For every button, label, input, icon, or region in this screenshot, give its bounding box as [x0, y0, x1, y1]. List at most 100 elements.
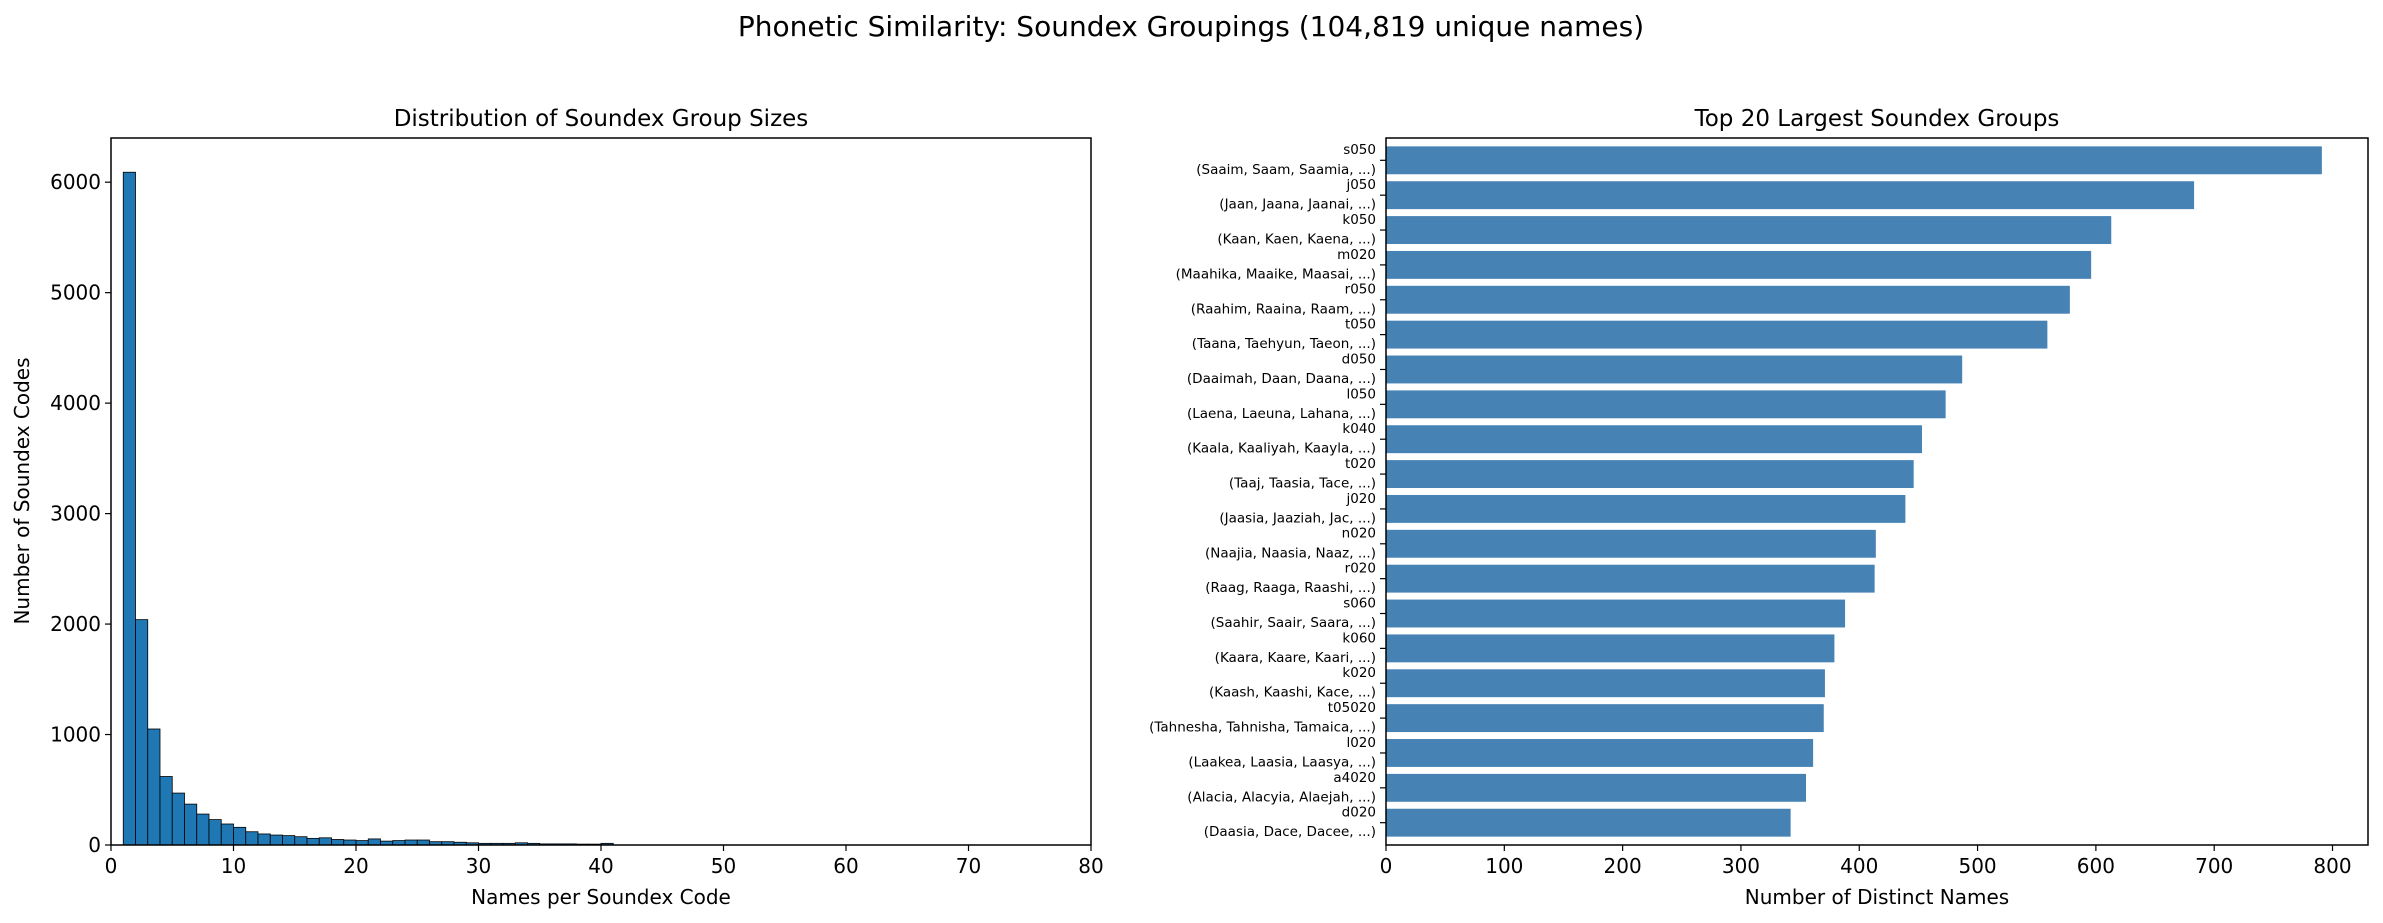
figure-suptitle: Phonetic Similarity: Soundex Groupings (… — [738, 10, 1644, 43]
top-group-code: a4020 — [1333, 770, 1376, 786]
top-group-examples: (Alacia, Alacyia, Alaejah, ...) — [1187, 789, 1376, 805]
top-group-examples: (Raahim, Raaina, Raam, ...) — [1191, 301, 1376, 317]
histogram-bar — [196, 813, 210, 846]
top-group-bar — [1386, 390, 1946, 419]
top-group-code: l020 — [1346, 735, 1376, 751]
top-group-code: k060 — [1342, 630, 1376, 646]
top-group-bar — [1386, 320, 2048, 349]
top-group-code: m020 — [1337, 247, 1376, 263]
top-group-examples: (Kaash, Kaashi, Kace, ...) — [1209, 685, 1376, 701]
top-group-examples: (Taaj, Taasia, Tace, ...) — [1229, 476, 1376, 492]
histogram-bar — [331, 839, 345, 846]
histogram-bar — [306, 837, 320, 846]
top-group-code: k020 — [1342, 665, 1376, 681]
top-group-examples: (Daasia, Dace, Dacee, ...) — [1204, 824, 1376, 840]
top-group-bar — [1386, 425, 1922, 454]
top-group-bar — [1386, 669, 1825, 698]
histogram-y-tick-label: 2000 — [50, 612, 101, 636]
top-group-bar — [1386, 564, 1875, 593]
histogram-y-tick-label: 5000 — [50, 281, 101, 305]
histogram-bar — [245, 831, 259, 846]
top-group-bar — [1386, 529, 1876, 558]
histogram-bar — [257, 833, 271, 846]
top-group-examples: (Naajia, Naasia, Naaz, ...) — [1205, 545, 1376, 561]
top-group-code: t05020 — [1328, 700, 1376, 716]
top-group-examples: (Jaasia, Jaaziah, Jac, ...) — [1219, 510, 1376, 526]
histogram-x-tick-label: 0 — [105, 854, 118, 878]
top-group-examples: (Tahnesha, Tahnisha, Tamaica, ...) — [1149, 720, 1376, 736]
top-group-code: r020 — [1345, 561, 1376, 577]
top-group-examples: (Kaara, Kaare, Kaari, ...) — [1215, 650, 1376, 666]
histogram-bar — [233, 826, 247, 846]
histogram-x-tick-label: 30 — [466, 854, 491, 878]
top-group-examples: (Jaan, Jaana, Jaanai, ...) — [1219, 197, 1376, 213]
top-group-code: k040 — [1342, 421, 1376, 437]
histogram-x-tick-label: 50 — [711, 854, 736, 878]
histogram-y-label: Number of Soundex Codes — [10, 357, 34, 624]
top-group-bar — [1386, 634, 1835, 663]
histogram-x-tick-label: 10 — [221, 854, 246, 878]
histogram-y-tick-label: 6000 — [50, 170, 101, 194]
top-group-examples: (Laakea, Laasia, Laasya, ...) — [1188, 754, 1376, 770]
top-group-examples: (Kaan, Kaen, Kaena, ...) — [1217, 232, 1376, 248]
top-group-code: d020 — [1342, 805, 1376, 821]
top-group-code: n020 — [1342, 526, 1376, 542]
histogram-bar — [367, 838, 381, 846]
top-group-bar — [1386, 773, 1807, 802]
histogram-bar — [269, 834, 283, 846]
top-groups-x-tick-label: 100 — [1485, 854, 1523, 878]
top-groups-x-tick-label: 400 — [1840, 854, 1878, 878]
top-group-code: r050 — [1345, 282, 1376, 298]
histogram-x-tick-label: 60 — [833, 854, 858, 878]
histogram-x-tick-label: 20 — [343, 854, 368, 878]
top-group-bar — [1386, 181, 2195, 210]
top-group-code: j050 — [1345, 177, 1376, 193]
top-groups-x-tick-label: 200 — [1604, 854, 1642, 878]
histogram-y-tick-label: 0 — [88, 833, 101, 857]
top-groups-x-tick-label: 0 — [1380, 854, 1393, 878]
histogram-bar — [220, 823, 234, 846]
top-group-code: d050 — [1342, 351, 1376, 367]
histogram-y-tick-label: 3000 — [50, 502, 101, 526]
histogram-x-tick-label: 40 — [588, 854, 613, 878]
top-groups-x-tick-label: 500 — [1958, 854, 1996, 878]
top-group-bar — [1386, 494, 1906, 523]
top-group-bar — [1386, 704, 1824, 733]
top-group-code: t020 — [1345, 456, 1376, 472]
top-group-code: s050 — [1343, 142, 1376, 158]
top-groups-x-tick-label: 800 — [2313, 854, 2351, 878]
histogram-title: Distribution of Soundex Group Sizes — [394, 106, 809, 132]
histogram-bar — [135, 619, 149, 846]
top-group-bar — [1386, 460, 1914, 489]
histogram-bar — [184, 803, 198, 846]
top-groups-x-tick-label: 600 — [2077, 854, 2115, 878]
top-group-examples: (Saahir, Saair, Saara, ...) — [1211, 615, 1376, 631]
top-group-examples: (Daaimah, Daan, Daana, ...) — [1187, 371, 1376, 387]
top-group-examples: (Saaim, Saam, Saamia, ...) — [1196, 162, 1376, 178]
histogram-bar — [147, 728, 161, 846]
histogram-x-tick-label: 80 — [1078, 854, 1103, 878]
top-group-code: s060 — [1343, 595, 1376, 611]
histogram-bar — [122, 171, 136, 846]
top-group-examples: (Laena, Laeuna, Lahana, ...) — [1187, 406, 1376, 422]
histogram-bar — [171, 792, 185, 846]
top-group-bar — [1386, 216, 2112, 244]
top-groups-x-label: Number of Distinct Names — [1745, 885, 2009, 909]
histogram-bar — [208, 819, 222, 846]
histogram-y-tick-label: 4000 — [50, 391, 101, 415]
top-group-bar — [1386, 739, 1814, 767]
top-group-bar — [1386, 355, 1963, 384]
top-group-examples: (Raag, Raaga, Raashi, ...) — [1205, 580, 1376, 596]
histogram-x-label: Names per Soundex Code — [471, 885, 731, 909]
histogram-x-tick-label: 70 — [956, 854, 981, 878]
top-group-bar — [1386, 146, 2322, 175]
top-groups-title: Top 20 Largest Soundex Groups — [1694, 106, 2060, 132]
histogram-bar — [294, 836, 308, 846]
figure: Phonetic Similarity: Soundex Groupings (… — [0, 0, 2383, 923]
top-groups-x-tick-label: 300 — [1722, 854, 1760, 878]
histogram-y-tick-label: 1000 — [50, 723, 101, 747]
top-group-bar — [1386, 250, 2092, 279]
top-groups-x-tick-label: 700 — [2195, 854, 2233, 878]
top-group-bar — [1386, 808, 1791, 837]
top-group-code: l050 — [1346, 386, 1376, 402]
